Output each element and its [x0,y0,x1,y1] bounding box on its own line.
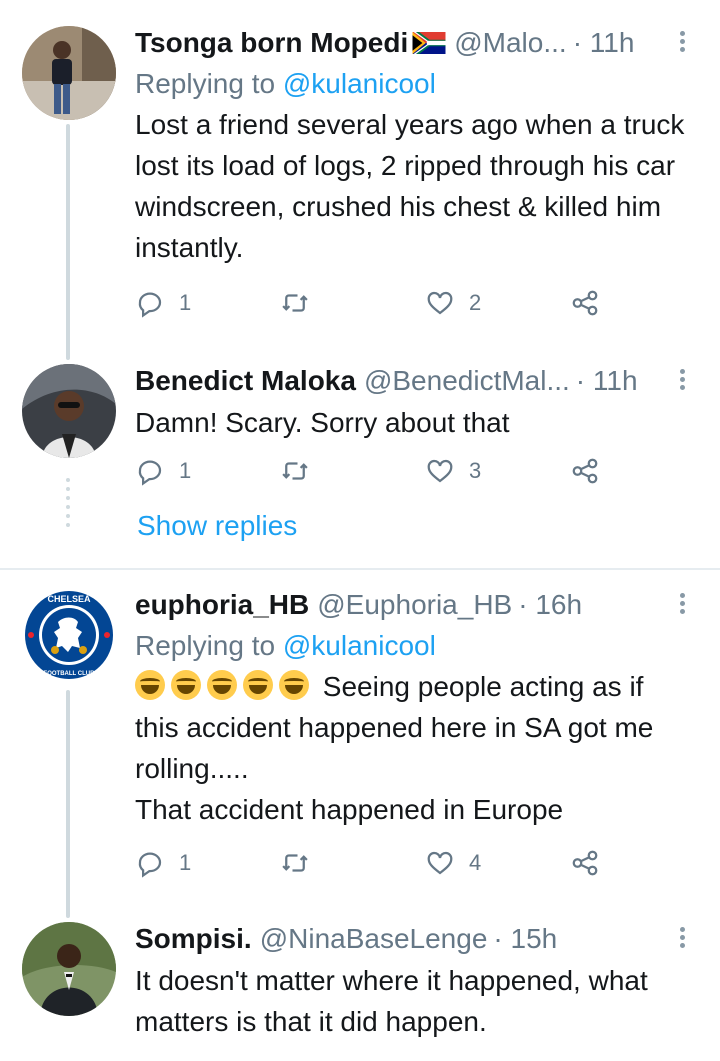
avatar[interactable] [22,922,116,1016]
retweet-button[interactable] [280,848,324,878]
retweet-button[interactable] [280,288,324,318]
like-button[interactable]: 4 [425,848,481,878]
person-photo [22,364,116,458]
like-count: 4 [469,850,482,875]
more-options-icon[interactable] [672,366,692,396]
crest-top-text: CHELSEA [47,594,91,604]
tweet-3[interactable]: CHELSEA FOOTBALL CLUB euphoria_HB @Eupho… [0,586,720,918]
heart-icon [427,291,453,315]
tweet-actions: 1 3 [135,456,615,496]
person-photo [22,26,116,120]
timestamp[interactable]: · 11h [573,27,635,59]
retweet-icon [282,294,308,312]
face-with-tears-of-joy-icon [135,670,165,700]
share-icon [572,290,598,316]
more-options-icon[interactable] [672,590,692,620]
south-africa-flag-icon [412,32,446,54]
like-count: 2 [469,290,482,315]
more-options-icon[interactable] [672,924,692,954]
replying-to: Replying to @kulanicool [135,68,436,99]
tweet-text: Seeing people acting as if this accident… [135,666,692,830]
share-icon [572,458,598,484]
reply-icon [138,852,162,878]
display-name[interactable]: Tsonga born Mopedi [135,27,408,59]
crest-bottom-text: FOOTBALL CLUB [44,671,96,677]
handle[interactable]: @BenedictMal... [364,365,570,397]
divider [0,568,720,570]
timestamp[interactable]: · 16h [518,589,582,621]
replying-to: Replying to @kulanicool [135,630,436,661]
replying-to-link[interactable]: @kulanicool [283,630,436,661]
timestamp[interactable]: · 15h [493,923,557,955]
thread-dots [66,478,70,532]
tweet-text: It doesn't matter where it happened, wha… [135,965,648,1037]
tweet-actions: 1 2 [135,288,615,328]
handle[interactable]: @NinaBaseLenge [260,923,488,955]
heart-icon [427,459,453,483]
share-button[interactable] [570,288,600,318]
tweet-text: Damn! Scary. Sorry about that [135,407,510,438]
tweet-2[interactable]: Benedict Maloka @BenedictMal... · 11h Da… [0,360,720,570]
face-with-tears-of-joy-icon [207,670,237,700]
share-button[interactable] [570,848,600,878]
thread-line [66,690,70,918]
reply-button[interactable]: 1 [135,848,191,878]
display-name[interactable]: Sompisi. [135,923,252,955]
thread-line [66,124,70,360]
reply-button[interactable]: 1 [135,456,191,486]
avatar[interactable] [22,26,116,120]
reply-count: 1 [179,458,192,483]
person-photo [22,922,116,1016]
like-count: 3 [469,458,482,483]
show-replies-link[interactable]: Show replies [137,510,297,542]
chelsea-crest-icon: CHELSEA FOOTBALL CLUB [23,589,115,681]
like-button[interactable]: 2 [425,288,481,318]
more-options-icon[interactable] [672,28,692,58]
face-with-tears-of-joy-icon [171,670,201,700]
retweet-icon [282,854,308,872]
emoji-row [135,670,323,702]
timestamp[interactable]: · 11h [576,365,638,397]
like-button[interactable]: 3 [425,456,481,486]
retweet-button[interactable] [280,456,324,486]
avatar[interactable]: CHELSEA FOOTBALL CLUB [22,588,116,682]
share-icon [572,850,598,876]
handle[interactable]: @Euphoria_HB [317,589,512,621]
share-button[interactable] [570,456,600,486]
heart-icon [427,851,453,875]
tweet-text: Lost a friend several years ago when a t… [135,109,685,263]
tweet-1[interactable]: Tsonga born Mopedi @Malo... · 11h Replyi… [0,0,720,360]
display-name[interactable]: Benedict Maloka [135,365,356,397]
tweet-text-line2: That accident happened in Europe [135,794,564,825]
avatar[interactable] [22,364,116,458]
face-with-tears-of-joy-icon [243,670,273,700]
reply-icon [138,292,162,318]
face-with-tears-of-joy-icon [279,670,309,700]
display-name[interactable]: euphoria_HB [135,589,309,621]
tweet-4[interactable]: Sompisi. @NinaBaseLenge · 15h It doesn't… [0,920,720,1061]
reply-button[interactable]: 1 [135,288,191,318]
tweet-actions: 1 4 [135,848,615,888]
reply-icon [138,460,162,486]
reply-count: 1 [179,850,192,875]
handle[interactable]: @Malo... [454,27,566,59]
replying-to-link[interactable]: @kulanicool [283,68,436,99]
reply-count: 1 [179,290,192,315]
retweet-icon [282,462,308,480]
